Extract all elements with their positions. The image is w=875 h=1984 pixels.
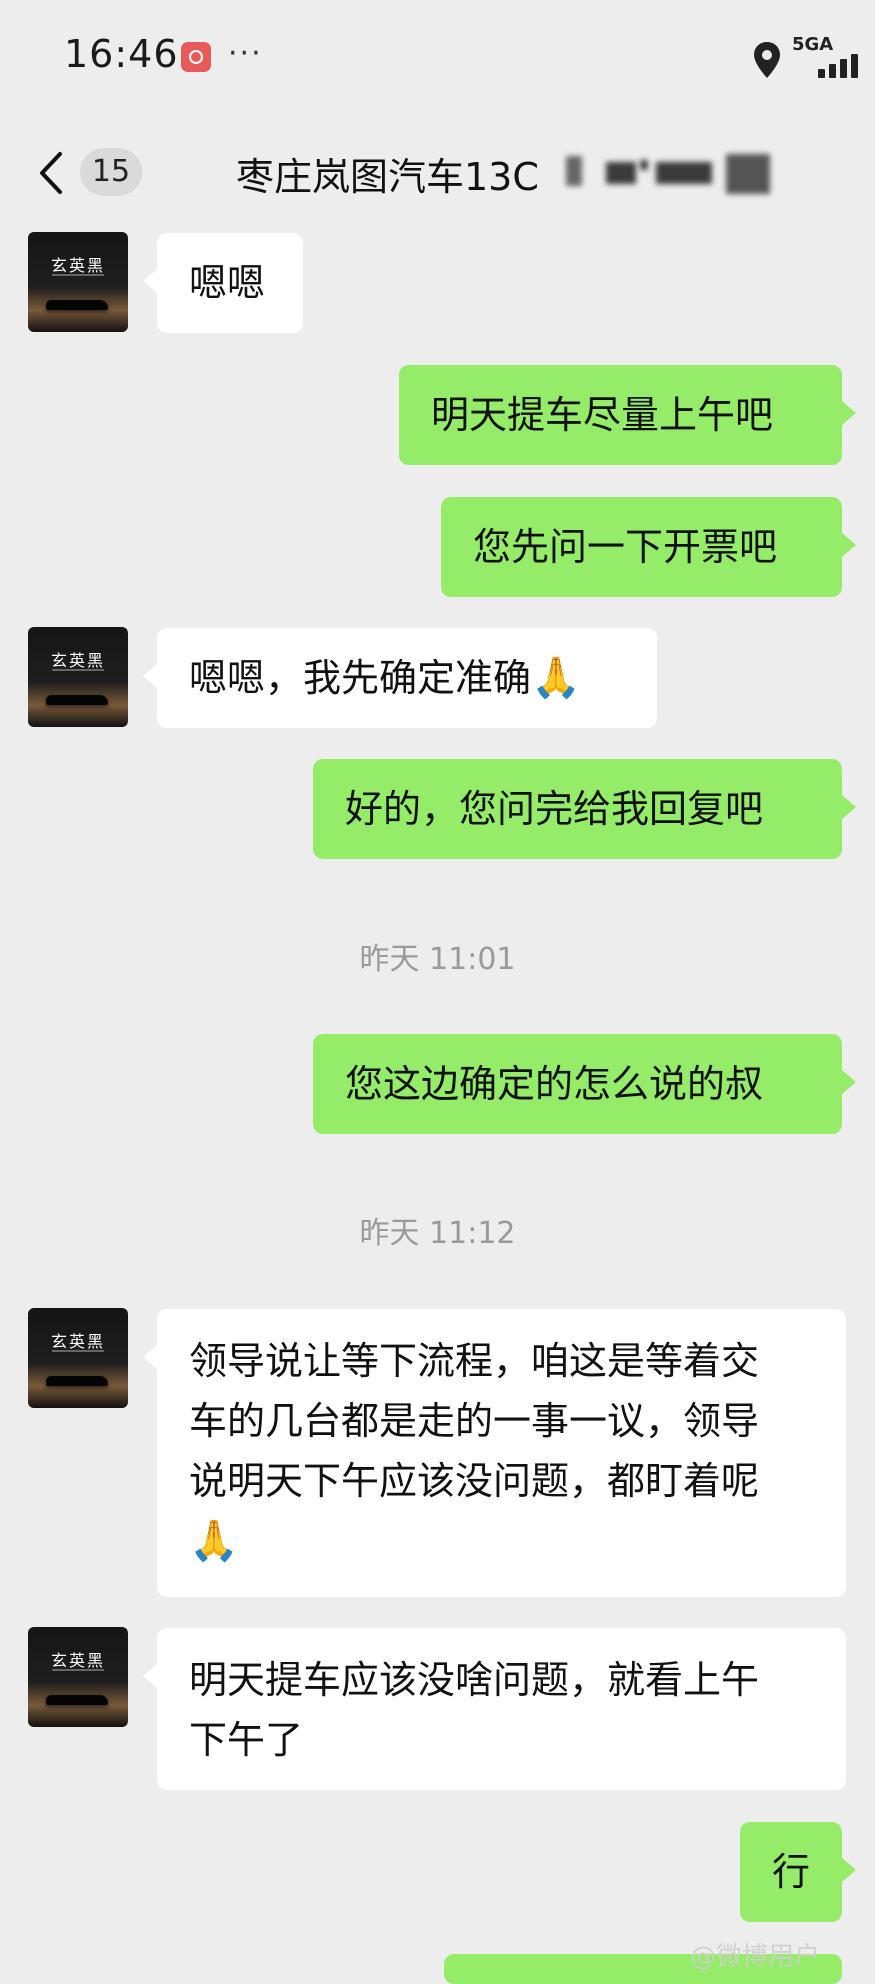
signal-icon — [818, 50, 874, 78]
contact-avatar[interactable]: 玄英黑 — [28, 1627, 128, 1727]
contact-avatar[interactable]: 玄英黑 — [28, 1308, 128, 1408]
message-bubble-outgoing[interactable]: 好的，您问完给我回复吧 — [313, 759, 856, 859]
message-bubble-outgoing[interactable]: 行 — [740, 1822, 856, 1922]
message-bubble-incoming[interactable]: 嗯嗯 — [143, 233, 303, 333]
location-icon — [754, 42, 780, 78]
folded-hands-emoji: 🙏 — [531, 655, 581, 701]
chat-title: 枣庄岚图汽车13C — [236, 155, 539, 199]
back-arrow-icon[interactable] — [36, 150, 66, 196]
message-bubble-outgoing[interactable]: 明天提车尽量上午吧 — [399, 365, 856, 465]
unread-count-badge[interactable]: 15 — [80, 148, 142, 196]
timestamp: 昨天 11:12 — [359, 1216, 516, 1251]
status-time: 16:46 — [64, 32, 179, 76]
contact-avatar[interactable]: 玄英黑 — [28, 232, 128, 332]
message-bubble-outgoing[interactable]: 您这边确定的怎么说的叔 — [313, 1034, 856, 1134]
app-notification-icon — [181, 42, 211, 72]
watermark: @微博用户 — [690, 1942, 821, 1972]
message-bubble-incoming[interactable]: 明天提车应该没啥问题，就看上午 下午了 — [143, 1628, 846, 1790]
more-notifications-icon: ··· — [228, 36, 263, 71]
timestamp: 昨天 11:01 — [359, 942, 516, 977]
message-bubble-outgoing[interactable]: 您先问一下开票吧 — [441, 497, 856, 597]
redacted-phone — [566, 150, 770, 196]
message-bubble-incoming[interactable]: 领导说让等下流程，咱这是等着交 车的几台都是走的一事一议，领导 说明天下午应该没… — [143, 1309, 846, 1597]
contact-avatar[interactable]: 玄英黑 — [28, 627, 128, 727]
folded-hands-emoji: 🙏 — [189, 1518, 239, 1564]
message-bubble-incoming[interactable]: 嗯嗯，我先确定准确🙏 — [143, 628, 657, 728]
